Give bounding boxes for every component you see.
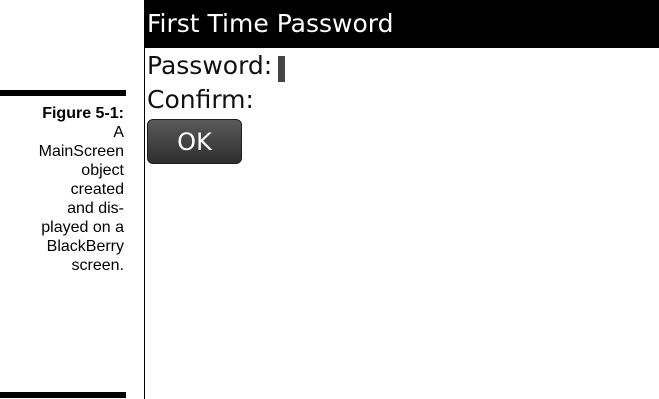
caption-line: screen. <box>71 257 124 274</box>
password-field[interactable] <box>278 51 294 82</box>
caption-bottom-rule <box>0 392 126 398</box>
caption-top-rule <box>0 90 126 96</box>
caption-line: MainScreen <box>38 143 124 160</box>
caption-line: created <box>70 181 124 198</box>
device-screen: First Time Password Password: Confirm: O… <box>144 0 659 399</box>
password-row: Password: <box>147 49 294 83</box>
figure-caption: Figure 5-1: A MainScreen object created … <box>0 104 124 275</box>
text-cursor <box>278 56 286 82</box>
confirm-field[interactable] <box>260 85 276 115</box>
caption-line: BlackBerry <box>46 238 124 255</box>
caption-line: and dis- <box>67 200 124 217</box>
screen-title: First Time Password <box>145 0 659 48</box>
ok-button[interactable]: OK <box>147 119 242 164</box>
password-label: Password: <box>147 51 273 80</box>
confirm-label: Confirm: <box>147 85 254 114</box>
caption-line: played on a <box>41 219 124 236</box>
confirm-row: Confirm: <box>147 83 276 117</box>
caption-line: A <box>113 124 124 141</box>
figure-label: Figure 5-1: <box>42 105 124 122</box>
caption-line: object <box>81 162 124 179</box>
